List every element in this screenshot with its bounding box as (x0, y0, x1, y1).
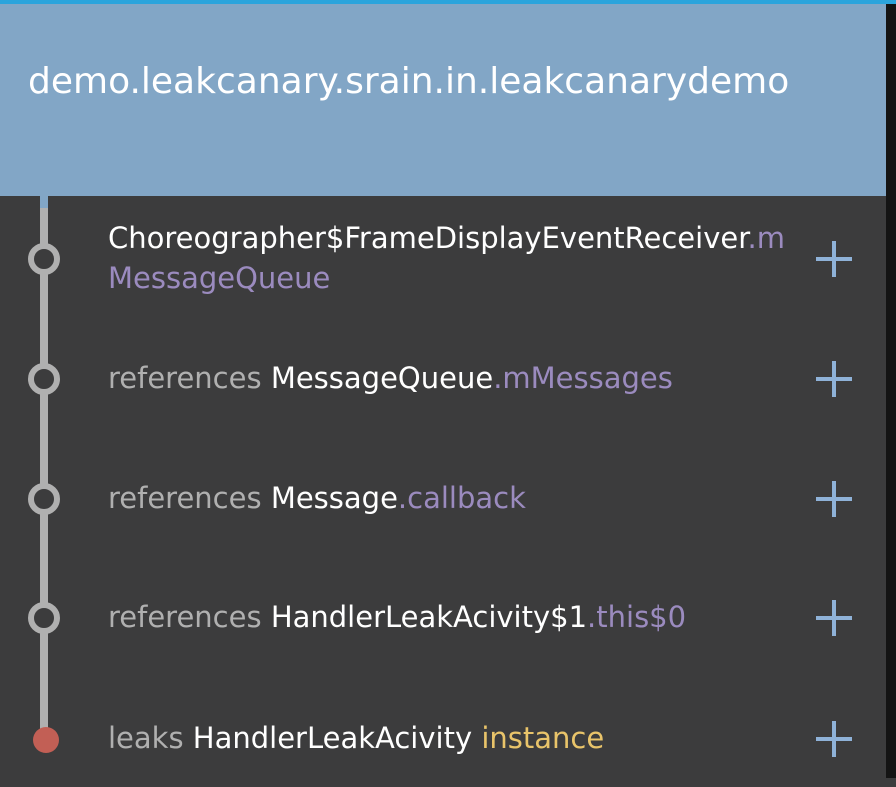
trace-row-text: leaks HandlerLeakAcivity instance (108, 718, 788, 758)
trace-suffix: instance (472, 721, 605, 755)
trace-class-name: Message (270, 481, 398, 515)
trace-node-icon (28, 483, 60, 515)
trace-node-icon (28, 243, 60, 275)
trace-row-text: references MessageQueue.mMessages (108, 358, 788, 398)
screen-edge (886, 4, 896, 778)
trace-separator: . (587, 600, 597, 634)
leak-trace-list: Choreographer$FrameDisplayEventReceiver.… (0, 196, 886, 778)
trace-class-name: Choreographer$FrameDisplayEventReceiver (108, 221, 748, 255)
trace-row-leak[interactable]: leaks HandlerLeakAcivity instance (0, 687, 886, 787)
trace-row-text: references Message.callback (108, 478, 788, 518)
expand-plus-icon[interactable] (816, 241, 852, 277)
expand-plus-icon[interactable] (816, 481, 852, 517)
trace-node-icon (28, 363, 60, 395)
trace-prefix: references (108, 600, 271, 634)
trace-row-0[interactable]: Choreographer$FrameDisplayEventReceiver.… (0, 213, 886, 313)
trace-separator: . (747, 221, 757, 255)
trace-node-icon (28, 602, 60, 634)
expand-plus-icon[interactable] (816, 721, 852, 757)
trace-field: mMessages (502, 361, 673, 395)
trace-class-name: MessageQueue (270, 361, 494, 395)
expand-plus-icon[interactable] (816, 361, 852, 397)
trace-prefix: references (108, 481, 271, 515)
trace-separator: . (397, 481, 408, 515)
trace-class-name: HandlerLeakAcivity (192, 721, 473, 755)
trace-row-1[interactable]: references MessageQueue.mMessages (0, 328, 886, 428)
trace-class-name: HandlerLeakAcivity$1 (270, 600, 588, 634)
trace-connector-top (40, 196, 48, 208)
leak-node-icon (33, 727, 59, 753)
trace-field: callback (407, 481, 526, 515)
trace-prefix: references (108, 361, 271, 395)
app-header: demo.leakcanary.srain.in.leakcanarydemo (0, 4, 886, 196)
trace-field: this$0 (596, 600, 687, 634)
trace-prefix: leaks (108, 721, 193, 755)
expand-plus-icon[interactable] (816, 600, 852, 636)
trace-row-2[interactable]: references Message.callback (0, 448, 886, 548)
package-title: demo.leakcanary.srain.in.leakcanarydemo (28, 61, 790, 102)
trace-row-text: references HandlerLeakAcivity$1.this$0 (108, 597, 788, 637)
trace-row-3[interactable]: references HandlerLeakAcivity$1.this$0 (0, 567, 886, 667)
trace-row-text: Choreographer$FrameDisplayEventReceiver.… (108, 218, 788, 298)
